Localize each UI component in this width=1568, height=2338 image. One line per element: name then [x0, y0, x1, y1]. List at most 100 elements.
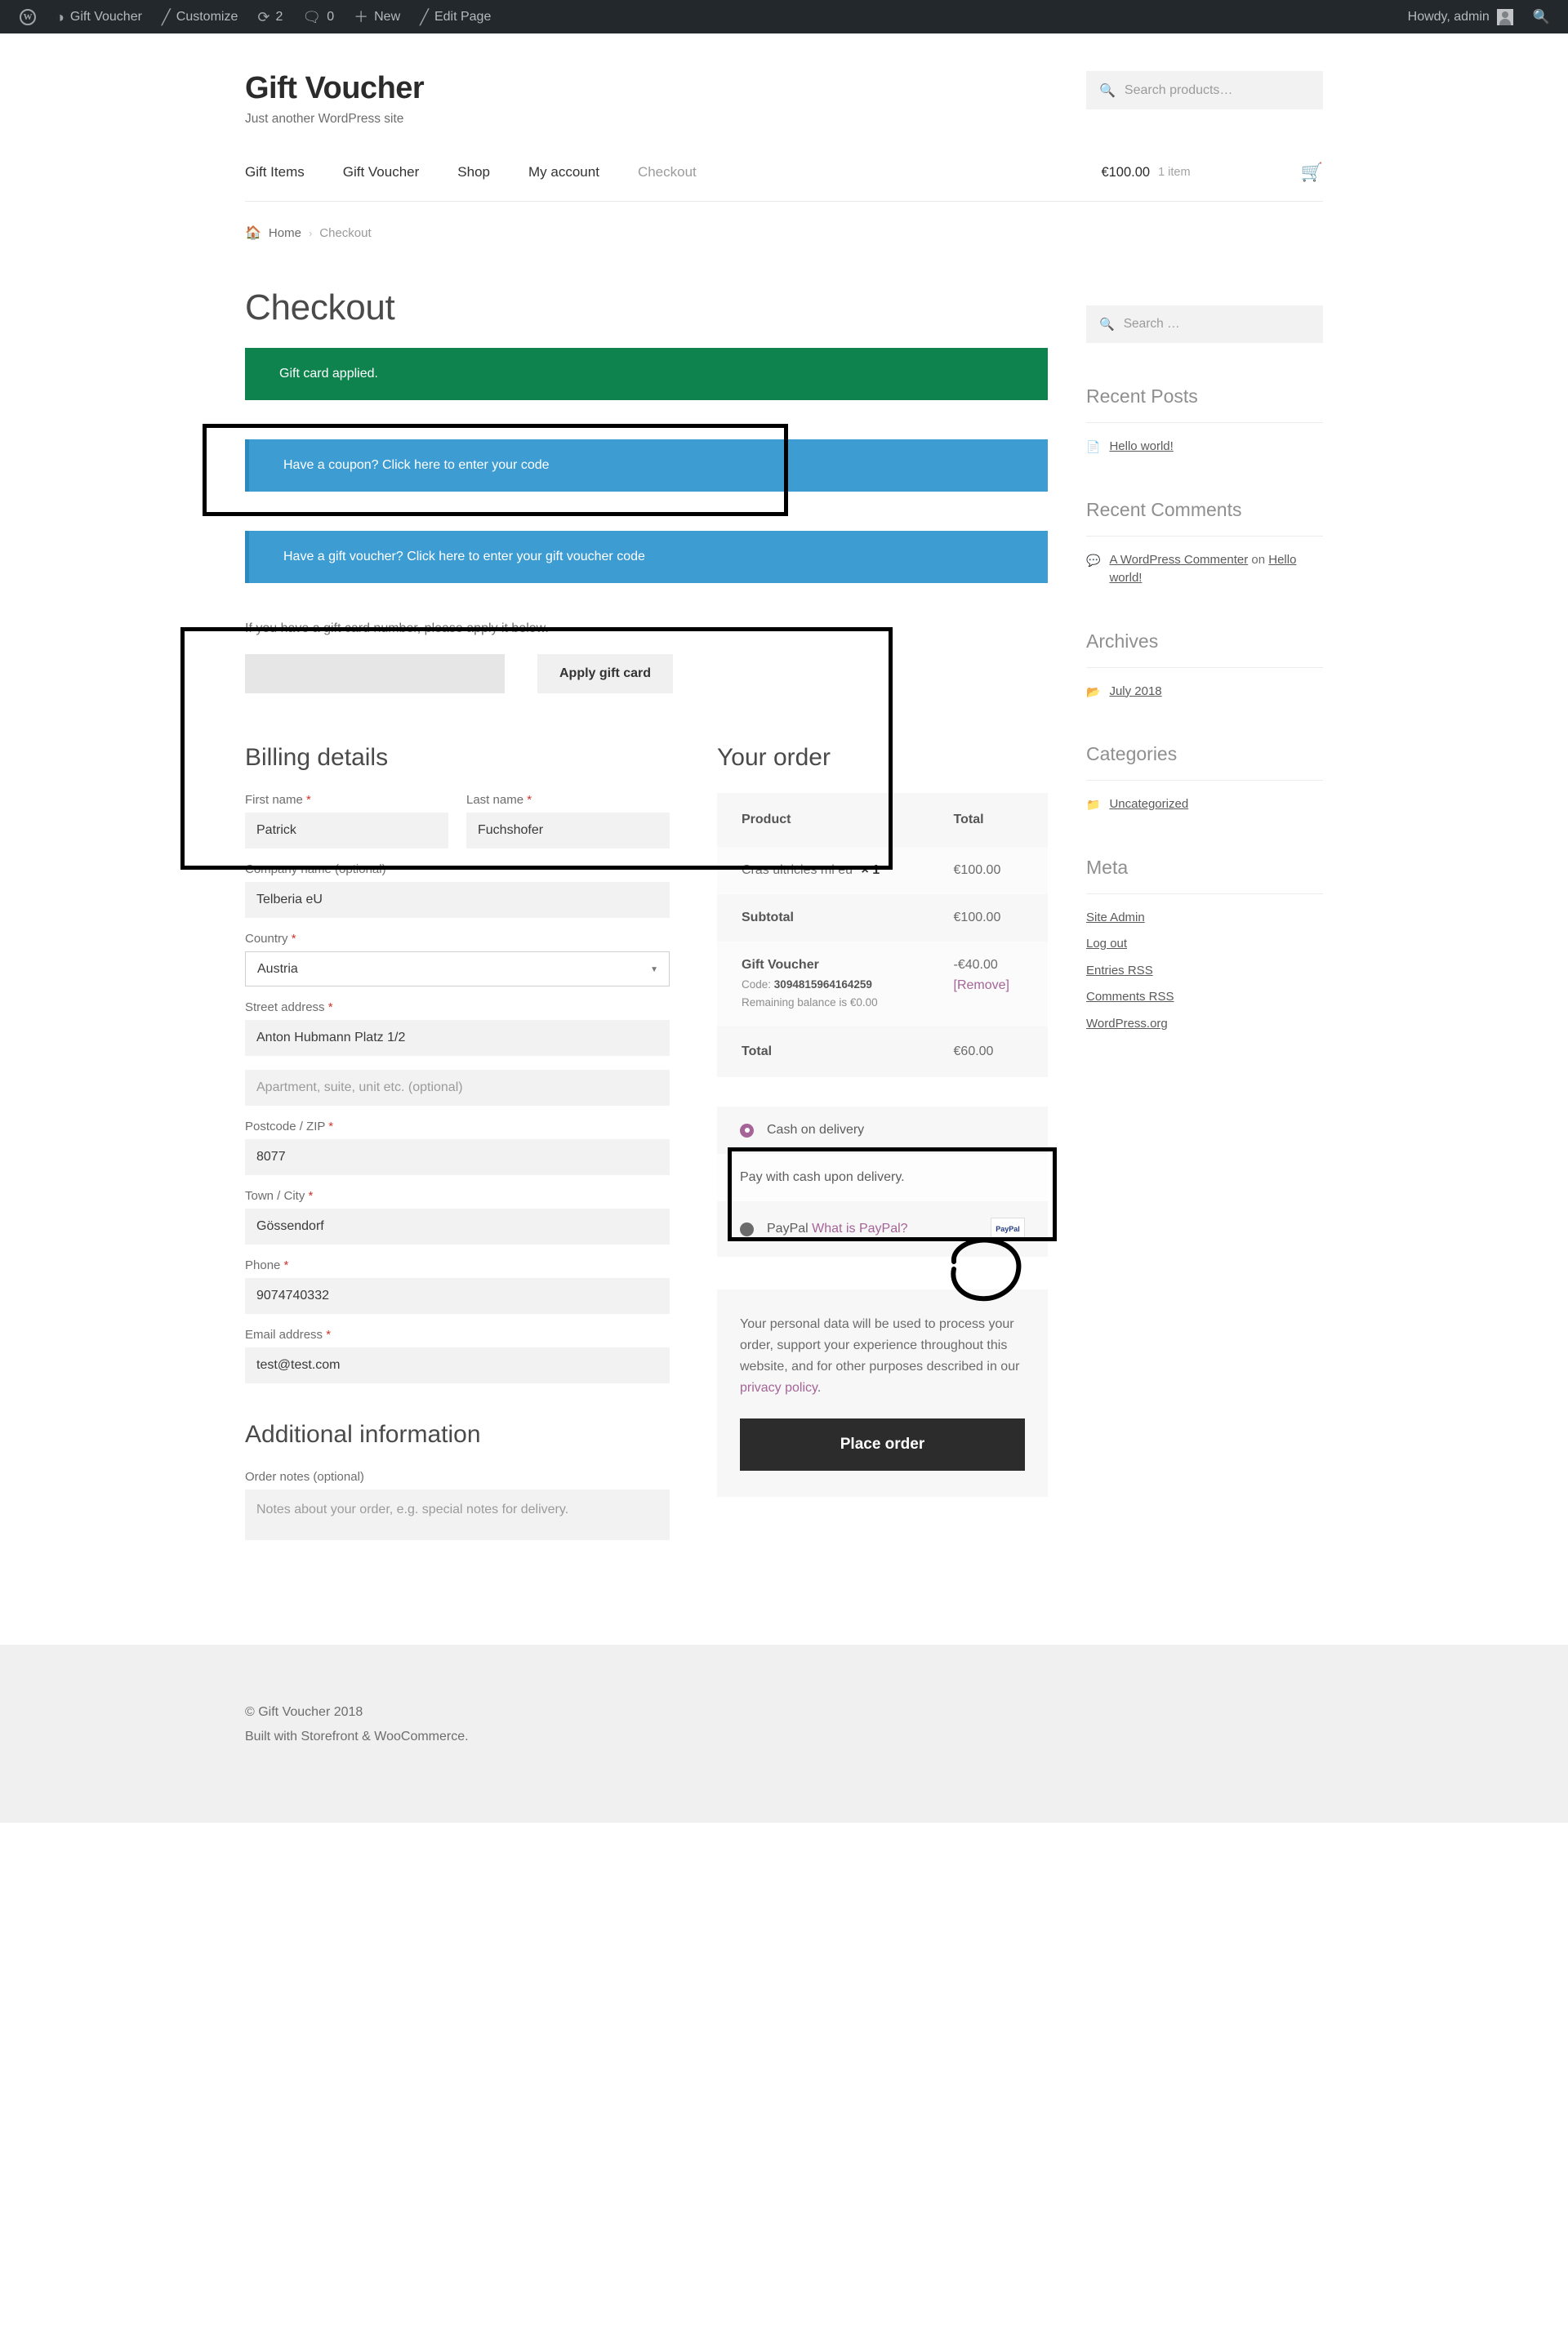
street-address-input[interactable]	[245, 1020, 670, 1056]
phone-label: Phone *	[245, 1258, 670, 1272]
order-gift-voucher-code-prefix: Code:	[742, 978, 772, 991]
plus-icon: ＋	[354, 8, 369, 25]
document-icon: 📄	[1086, 440, 1101, 453]
admin-bar-customize-label: Customize	[176, 9, 238, 24]
required-mark: *	[283, 1258, 289, 1272]
page-wrap: Gift Voucher Just another WordPress site…	[245, 33, 1323, 1558]
search-icon: 🔍	[1099, 83, 1116, 98]
admin-bar-search-button[interactable]: 🔍	[1521, 9, 1557, 25]
admin-bar-right: Howdy, admin 🔍	[1400, 8, 1568, 25]
country-select-wrapper: Austria ▼	[245, 951, 670, 986]
coupon-toggle-banner[interactable]: Have a coupon? Click here to enter your …	[245, 439, 1048, 492]
first-name-input[interactable]	[245, 813, 448, 848]
radio-selected-icon[interactable]	[740, 1123, 754, 1138]
meta-link-entries-rss[interactable]: Entries RSS	[1086, 964, 1153, 978]
breadcrumb-home[interactable]: Home	[269, 226, 301, 240]
breadcrumb-separator: ›	[308, 226, 313, 239]
phone-input[interactable]	[245, 1278, 670, 1314]
order-total-value: €60.00	[929, 1026, 1048, 1078]
radio-unselected-icon[interactable]	[740, 1222, 754, 1236]
pencil-icon: ╱	[420, 8, 429, 25]
admin-bar-edit-page-label: Edit Page	[434, 9, 492, 24]
recent-post-link[interactable]: Hello world!	[1109, 438, 1173, 456]
meta-list: Site Admin Log out Entries RSS Comments …	[1086, 894, 1323, 1034]
site-footer: © Gift Voucher 2018 Built with Storefron…	[0, 1645, 1568, 1823]
company-input[interactable]	[245, 882, 670, 918]
admin-bar-new[interactable]: ＋ New	[344, 0, 410, 33]
admin-bar-edit-page[interactable]: ╱ Edit Page	[410, 0, 501, 33]
order-notes-textarea[interactable]	[245, 1490, 670, 1540]
your-order-title: Your order	[717, 744, 831, 771]
comment-author-link[interactable]: A WordPress Commenter	[1109, 553, 1248, 567]
admin-bar-updates[interactable]: ⟳ 2	[247, 0, 292, 33]
wordpress-logo-button[interactable]: W	[10, 0, 46, 33]
country-select[interactable]: Austria	[245, 951, 670, 986]
list-item: Comments RSS	[1086, 988, 1323, 1007]
widget-title-archives: Archives	[1086, 630, 1159, 652]
privacy-policy-link[interactable]: privacy policy	[740, 1381, 817, 1395]
admin-bar-customize[interactable]: ╱ Customize	[152, 0, 247, 33]
paintbrush-icon: ╱	[161, 8, 171, 25]
admin-bar-new-label: New	[374, 9, 401, 24]
site-title[interactable]: Gift Voucher	[245, 71, 425, 106]
home-icon: 🏠	[245, 226, 261, 240]
table-row: Subtotal €100.00	[717, 894, 1048, 942]
site-description: Just another WordPress site	[245, 112, 404, 126]
site-header-row: Gift Voucher Just another WordPress site…	[245, 71, 1323, 127]
city-field-group: Town / City *	[245, 1189, 670, 1245]
wordpress-logo-icon: W	[20, 8, 36, 25]
footer-built-with: Built with Storefront & WooCommerce.	[245, 1730, 469, 1743]
admin-bar-howdy[interactable]: Howdy, admin	[1400, 8, 1521, 25]
shopping-basket-icon[interactable]: 🛒	[1301, 162, 1323, 183]
order-gift-voucher-amount-cell: -€40.00 [Remove]	[929, 942, 1048, 1027]
category-link[interactable]: Uncategorized	[1109, 795, 1188, 814]
privacy-policy-text: Your personal data will be used to proce…	[740, 1314, 1025, 1399]
product-search-box[interactable]: 🔍 Search products…	[1086, 71, 1323, 109]
payment-option-paypal-label: PayPal What is PayPal?	[767, 1222, 908, 1236]
apply-gift-card-button[interactable]: Apply gift card	[537, 654, 674, 693]
what-is-paypal-link[interactable]: What is PayPal?	[812, 1222, 907, 1236]
recent-comment-text: A WordPress Commenter on Hello world!	[1109, 551, 1323, 588]
order-gift-voucher-label: Gift Voucher	[742, 958, 819, 972]
apartment-input[interactable]	[245, 1070, 670, 1106]
list-item: Entries RSS	[1086, 962, 1323, 981]
admin-bar-site-name[interactable]: ◑ Gift Voucher	[46, 0, 152, 33]
table-row: Total €60.00	[717, 1026, 1048, 1078]
gift-voucher-toggle-banner[interactable]: Have a gift voucher? Click here to enter…	[245, 531, 1048, 583]
first-name-label-text: First name	[245, 793, 303, 807]
nav-item-checkout[interactable]: Checkout	[638, 164, 697, 180]
meta-link-log-out[interactable]: Log out	[1086, 937, 1127, 951]
archive-link[interactable]: July 2018	[1109, 683, 1161, 701]
meta-link-site-admin[interactable]: Site Admin	[1086, 911, 1145, 924]
place-order-button[interactable]: Place order	[740, 1418, 1025, 1471]
cart-amount: €100.00	[1101, 164, 1151, 180]
list-item: 📁 Uncategorized	[1086, 795, 1323, 814]
city-input[interactable]	[245, 1209, 670, 1245]
cart-summary[interactable]: €100.00 1 item 🛒	[1101, 162, 1323, 183]
nav-item-shop[interactable]: Shop	[457, 164, 490, 180]
email-input[interactable]	[245, 1347, 670, 1383]
postcode-input[interactable]	[245, 1139, 670, 1175]
nav-item-gift-items[interactable]: Gift Items	[245, 164, 305, 180]
meta-link-wordpress-org[interactable]: WordPress.org	[1086, 1017, 1168, 1031]
nav-item-my-account[interactable]: My account	[528, 164, 599, 180]
order-table-head: Product Total	[717, 793, 1048, 847]
list-item: 📄 Hello world!	[1086, 438, 1323, 456]
payment-option-cash-on-delivery[interactable]: Cash on delivery	[717, 1107, 1048, 1155]
gift-card-input[interactable]	[245, 654, 505, 693]
meta-link-comments-rss[interactable]: Comments RSS	[1086, 990, 1174, 1004]
email-field-group: Email address *	[245, 1328, 670, 1383]
nav-item-gift-voucher[interactable]: Gift Voucher	[343, 164, 420, 180]
admin-bar-comments[interactable]: 🗨 0	[292, 0, 344, 33]
required-mark: *	[326, 1328, 332, 1342]
gift-card-applied-notice: Gift card applied.	[245, 348, 1048, 400]
footer-wrap: © Gift Voucher 2018 Built with Storefron…	[245, 1705, 1323, 1744]
order-gift-voucher-balance: Remaining balance is €0.00	[742, 995, 878, 1009]
footer-copyright: © Gift Voucher 2018	[245, 1705, 363, 1719]
sidebar-search-box[interactable]: 🔍 Search …	[1086, 305, 1323, 343]
admin-bar-left: W ◑ Gift Voucher ╱ Customize ⟳ 2 🗨 0 ＋ N…	[0, 0, 501, 33]
payment-option-paypal[interactable]: PayPal What is PayPal? PayPal	[717, 1201, 1048, 1258]
last-name-input[interactable]	[466, 813, 670, 848]
paypal-text: PayPal	[767, 1222, 808, 1236]
remove-gift-voucher-link[interactable]: [Remove]	[954, 978, 1023, 993]
